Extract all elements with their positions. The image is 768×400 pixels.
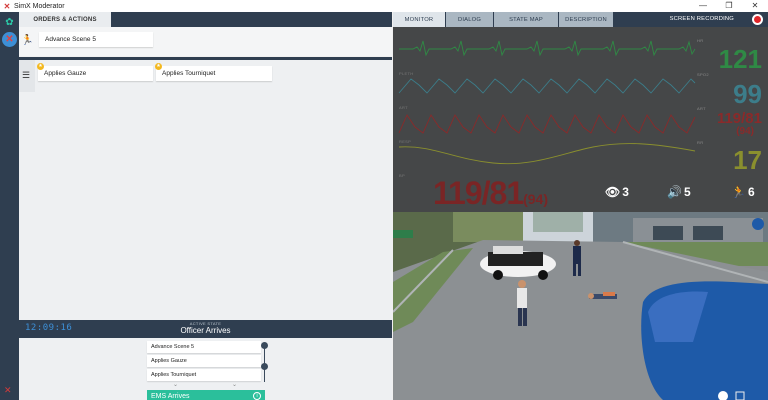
eye-icon: 👁 [605,185,621,199]
orders-row: 🏃 Advance Scene 5 [19,27,392,56]
ecg-waveform [399,40,696,57]
action-label: Applies Tourniquet [162,70,216,77]
hr-label: HR [697,38,704,43]
flow-item-applies-gauze[interactable]: Applies Gauze [147,355,261,367]
window-title: SimX Moderator [14,2,65,10]
viewers-counter: 👁 3 [605,185,629,199]
recording-indicator-icon: ✕ [4,385,12,395]
active-state-bar: 12:09:16 ACTIVE STATE Officer Arrives [19,320,392,338]
tab-dialog[interactable]: DIALOG [446,12,493,27]
flow-node [261,363,268,370]
simx-app-icon: ✕ [3,1,11,11]
actions-list-column: ☰ [19,60,35,92]
chevron-down-icon: ⌄ [232,382,238,388]
speaker-icon: 🔊 [667,185,682,199]
active-state-name: Officer Arrives [180,326,231,335]
bp-value: 119/81(94) [433,175,548,212]
bp-label: BP [399,173,405,178]
next-state-label: EMS Arrives [151,392,190,400]
right-panel-header: MONITOR DIALOG STATE MAP DESCRIPTION SCR… [393,12,768,27]
simx-logo-icon[interactable]: ✕ [2,32,17,47]
next-state-ems-arrives[interactable]: EMS Arrives i [147,390,265,400]
hr-value: 121 [718,44,762,74]
pleth-label: PLETH [399,71,414,76]
art-waveform [398,114,696,134]
gear-icon[interactable]: ✿ [2,15,17,30]
minimize-button[interactable]: — [690,0,716,12]
flow-item-advance-scene[interactable]: Advance Scene 5 [147,341,261,353]
record-button[interactable] [752,14,763,25]
app-window: ✕ SimX Moderator — ❐ ✕ ✿ ✕ ✕ ORDERS & AC… [0,0,768,400]
order-card-advance-scene[interactable]: Advance Scene 5 [39,32,153,47]
art-label: ART [697,106,706,111]
star-icon: ★ [155,63,162,70]
tab-state-map[interactable]: STATE MAP [494,12,558,27]
screen-recording-label: SCREEN RECORDING [669,16,734,22]
pleth-waveform [398,78,696,94]
star-icon: ★ [37,63,44,70]
audio-counter: 🔊 5 [667,185,691,199]
flow-item-applies-tourniquet[interactable]: Applies Tourniquet [147,369,261,381]
rr-value: 17 [733,145,762,175]
action-card-applies-tourniquet[interactable]: ★ Applies Tourniquet [155,63,272,81]
audio-count: 5 [683,185,691,199]
action-label: Applies Gauze [44,70,87,77]
art-wave-label: ART [399,105,408,110]
left-panel-header: ORDERS & ACTIONS [19,12,392,27]
resp-label: RESP [399,139,412,144]
title-bar: ✕ SimX Moderator — ❐ ✕ [0,0,768,12]
spo2-value: 99 [733,79,762,109]
runners-counter: 🏃 6 [731,185,755,199]
vitals-monitor: PLETH ART RESP BP HR SPO2 ART RR 121 99 … [393,27,768,212]
bp-mean: (94) [523,191,549,207]
spo2-label: SPO2 [697,72,709,77]
runners-count: 6 [747,185,755,199]
runner-icon: 🏃 [731,185,746,199]
art-mean-value: (94) [736,126,754,137]
actions-area: ☰ ★ Applies Gauze ★ Applies Tourniquet [19,60,392,320]
close-button[interactable]: ✕ [742,0,768,12]
runner-icon: 🏃 [21,35,34,46]
maximize-button[interactable]: ❐ [716,0,742,12]
list-icon: ☰ [22,70,31,80]
sidebar: ✿ ✕ ✕ [0,12,19,400]
state-flow-area: Advance Scene 5 Applies Gauze Applies To… [19,338,392,400]
resp-waveform [398,143,696,165]
bp-systolic-diastolic: 119/81 [433,175,524,211]
tab-monitor[interactable]: MONITOR [393,12,445,27]
art-value: 119/81 [716,110,762,127]
scene-illustration [393,212,768,400]
chevron-down-icon: ⌄ [173,382,179,388]
flow-node [261,342,268,349]
viewers-count: 3 [622,185,629,199]
rr-label: RR [697,140,704,145]
simulation-scene-view[interactable] [393,212,768,400]
info-icon[interactable]: i [253,392,261,400]
action-card-applies-gauze[interactable]: ★ Applies Gauze [37,63,153,81]
tab-orders-actions[interactable]: ORDERS & ACTIONS [19,12,111,27]
window-controls: — ❐ ✕ [690,0,768,12]
tab-description[interactable]: DESCRIPTION [559,12,613,27]
